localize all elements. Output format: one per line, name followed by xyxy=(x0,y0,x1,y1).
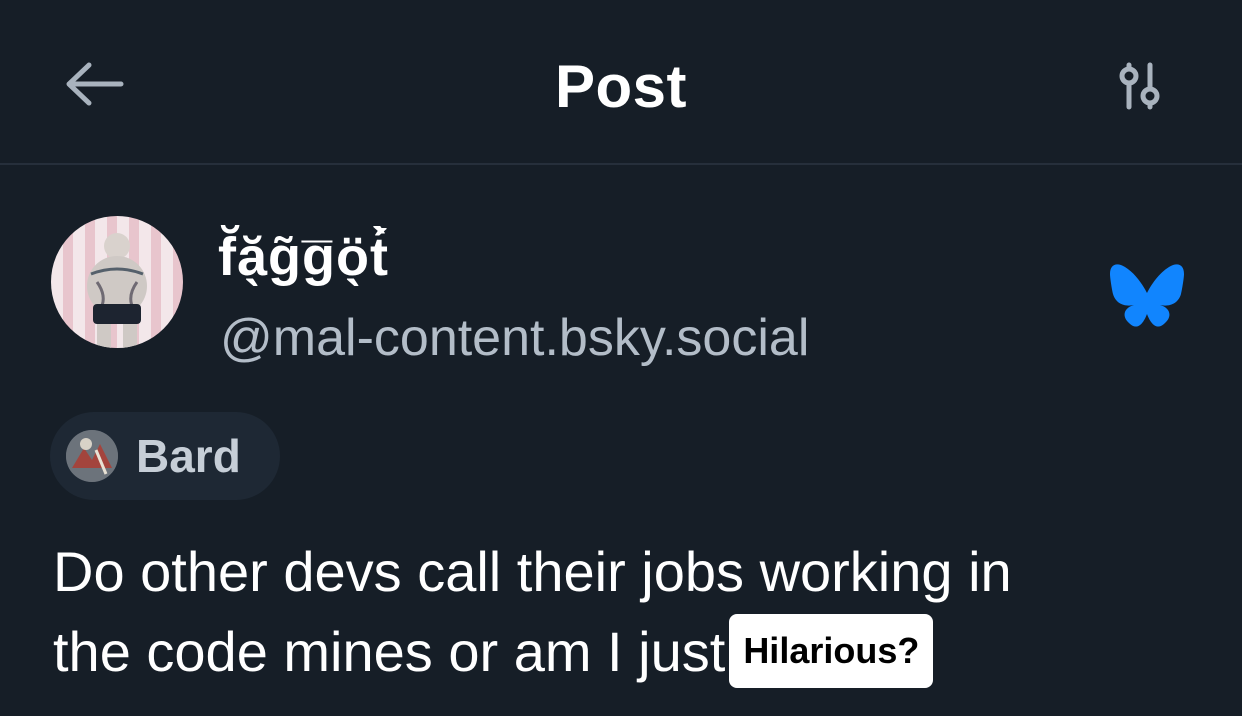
post-text-line-2: the code mines or am I just Hilarious? xyxy=(53,612,1223,692)
post-text-line-1: Do other devs call their jobs working in xyxy=(53,540,1012,603)
author-handle[interactable]: @mal-content.bsky.social xyxy=(220,308,809,368)
thread-settings-button[interactable] xyxy=(1110,56,1170,116)
post-text-line-2-text: the code mines or am I just xyxy=(53,620,726,683)
bluesky-butterfly-icon xyxy=(1110,264,1184,327)
author-display-name[interactable]: f̆ă̖g̃g̅ö̖t́̀ xyxy=(218,222,389,292)
author-avatar[interactable] xyxy=(51,216,183,348)
feed-label: Bard xyxy=(136,430,241,482)
top-bar: Post xyxy=(0,0,1242,165)
caption-sticker: Hilarious? xyxy=(729,614,934,688)
feed-avatar xyxy=(66,430,118,482)
page-title: Post xyxy=(554,53,688,120)
sliders-icon xyxy=(1119,62,1160,110)
avatar-image xyxy=(87,233,147,348)
post-body: Do other devs call their jobs working in… xyxy=(53,532,1223,692)
feed-context-pill[interactable]: Bard xyxy=(50,412,280,500)
